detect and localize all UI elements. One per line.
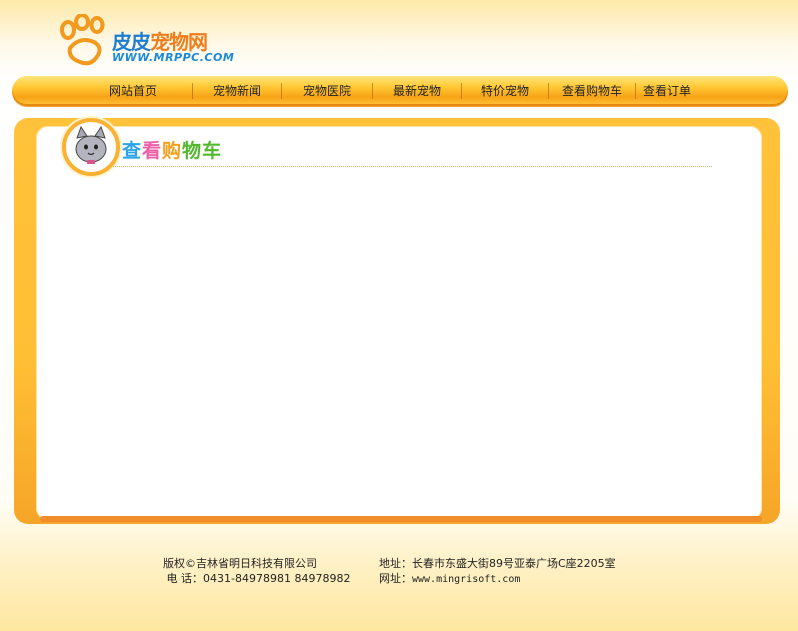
- footer-copyright: 版权©吉林省明日科技有限公司: [163, 557, 317, 570]
- page-title-char-4: 物车: [182, 140, 223, 162]
- nav-item-pet-hospital[interactable]: 宠物医院: [282, 84, 372, 98]
- page-title-char-1: 查: [122, 140, 143, 162]
- logo-url: WWW.MRPPC.COM: [112, 51, 235, 64]
- footer-right: 地址：长春市东盛大街89号亚泰广场C座2205室 网址：www.mingriso…: [379, 556, 616, 587]
- nav-item-view-cart[interactable]: 查看购物车: [549, 84, 635, 98]
- page-title-char-3: 购: [162, 140, 183, 162]
- footer-phone: 电 话：0431-84978981 84978982: [163, 571, 351, 586]
- footer-left: 版权©吉林省明日科技有限公司 电 话：0431-84978981 8497898…: [163, 556, 350, 586]
- nav-item-sale-pets[interactable]: 特价宠物: [462, 84, 548, 98]
- cat-face-icon: [62, 118, 120, 176]
- nav-item-view-orders[interactable]: 查看订单: [636, 84, 698, 98]
- footer-phone-label: 电 话：: [166, 572, 204, 585]
- cart-content-area: [36, 126, 762, 520]
- footer-website: 网址：www.mingrisoft.com: [379, 571, 616, 587]
- nav-item-new-pets[interactable]: 最新宠物: [373, 84, 461, 98]
- page-title-char-2: 看: [142, 140, 163, 162]
- nav-divider: [372, 83, 373, 99]
- nav-divider: [192, 83, 193, 99]
- footer-website-label: 网址：: [379, 572, 412, 585]
- panel-bottom-border: [40, 516, 762, 522]
- nav-divider: [548, 83, 549, 99]
- footer-address: 地址：长春市东盛大街89号亚泰广场C座2205室: [379, 556, 616, 571]
- nav-item-pet-news[interactable]: 宠物新闻: [193, 84, 281, 98]
- footer-phone-value: 0431-84978981 84978982: [203, 572, 351, 585]
- footer-website-link[interactable]: www.mingrisoft.com: [412, 574, 520, 585]
- nav-divider: [281, 83, 282, 99]
- page-title: 查看购物车: [122, 136, 222, 163]
- paw-icon: [60, 14, 105, 66]
- footer-address-label: 地址：: [379, 557, 412, 570]
- nav-divider: [461, 83, 462, 99]
- title-divider: [110, 166, 712, 167]
- site-logo[interactable]: 皮皮宠物网 WWW.MRPPC.COM: [60, 14, 240, 70]
- nav-divider: [635, 83, 636, 99]
- main-nav: 网站首页 宠物新闻 宠物医院 最新宠物 特价宠物 查看购物车 查看订单: [12, 76, 788, 106]
- cat-face-drawing: [75, 125, 107, 164]
- footer-address-value: 长春市东盛大街89号亚泰广场C座2205室: [412, 557, 616, 570]
- nav-item-home[interactable]: 网站首页: [74, 84, 192, 98]
